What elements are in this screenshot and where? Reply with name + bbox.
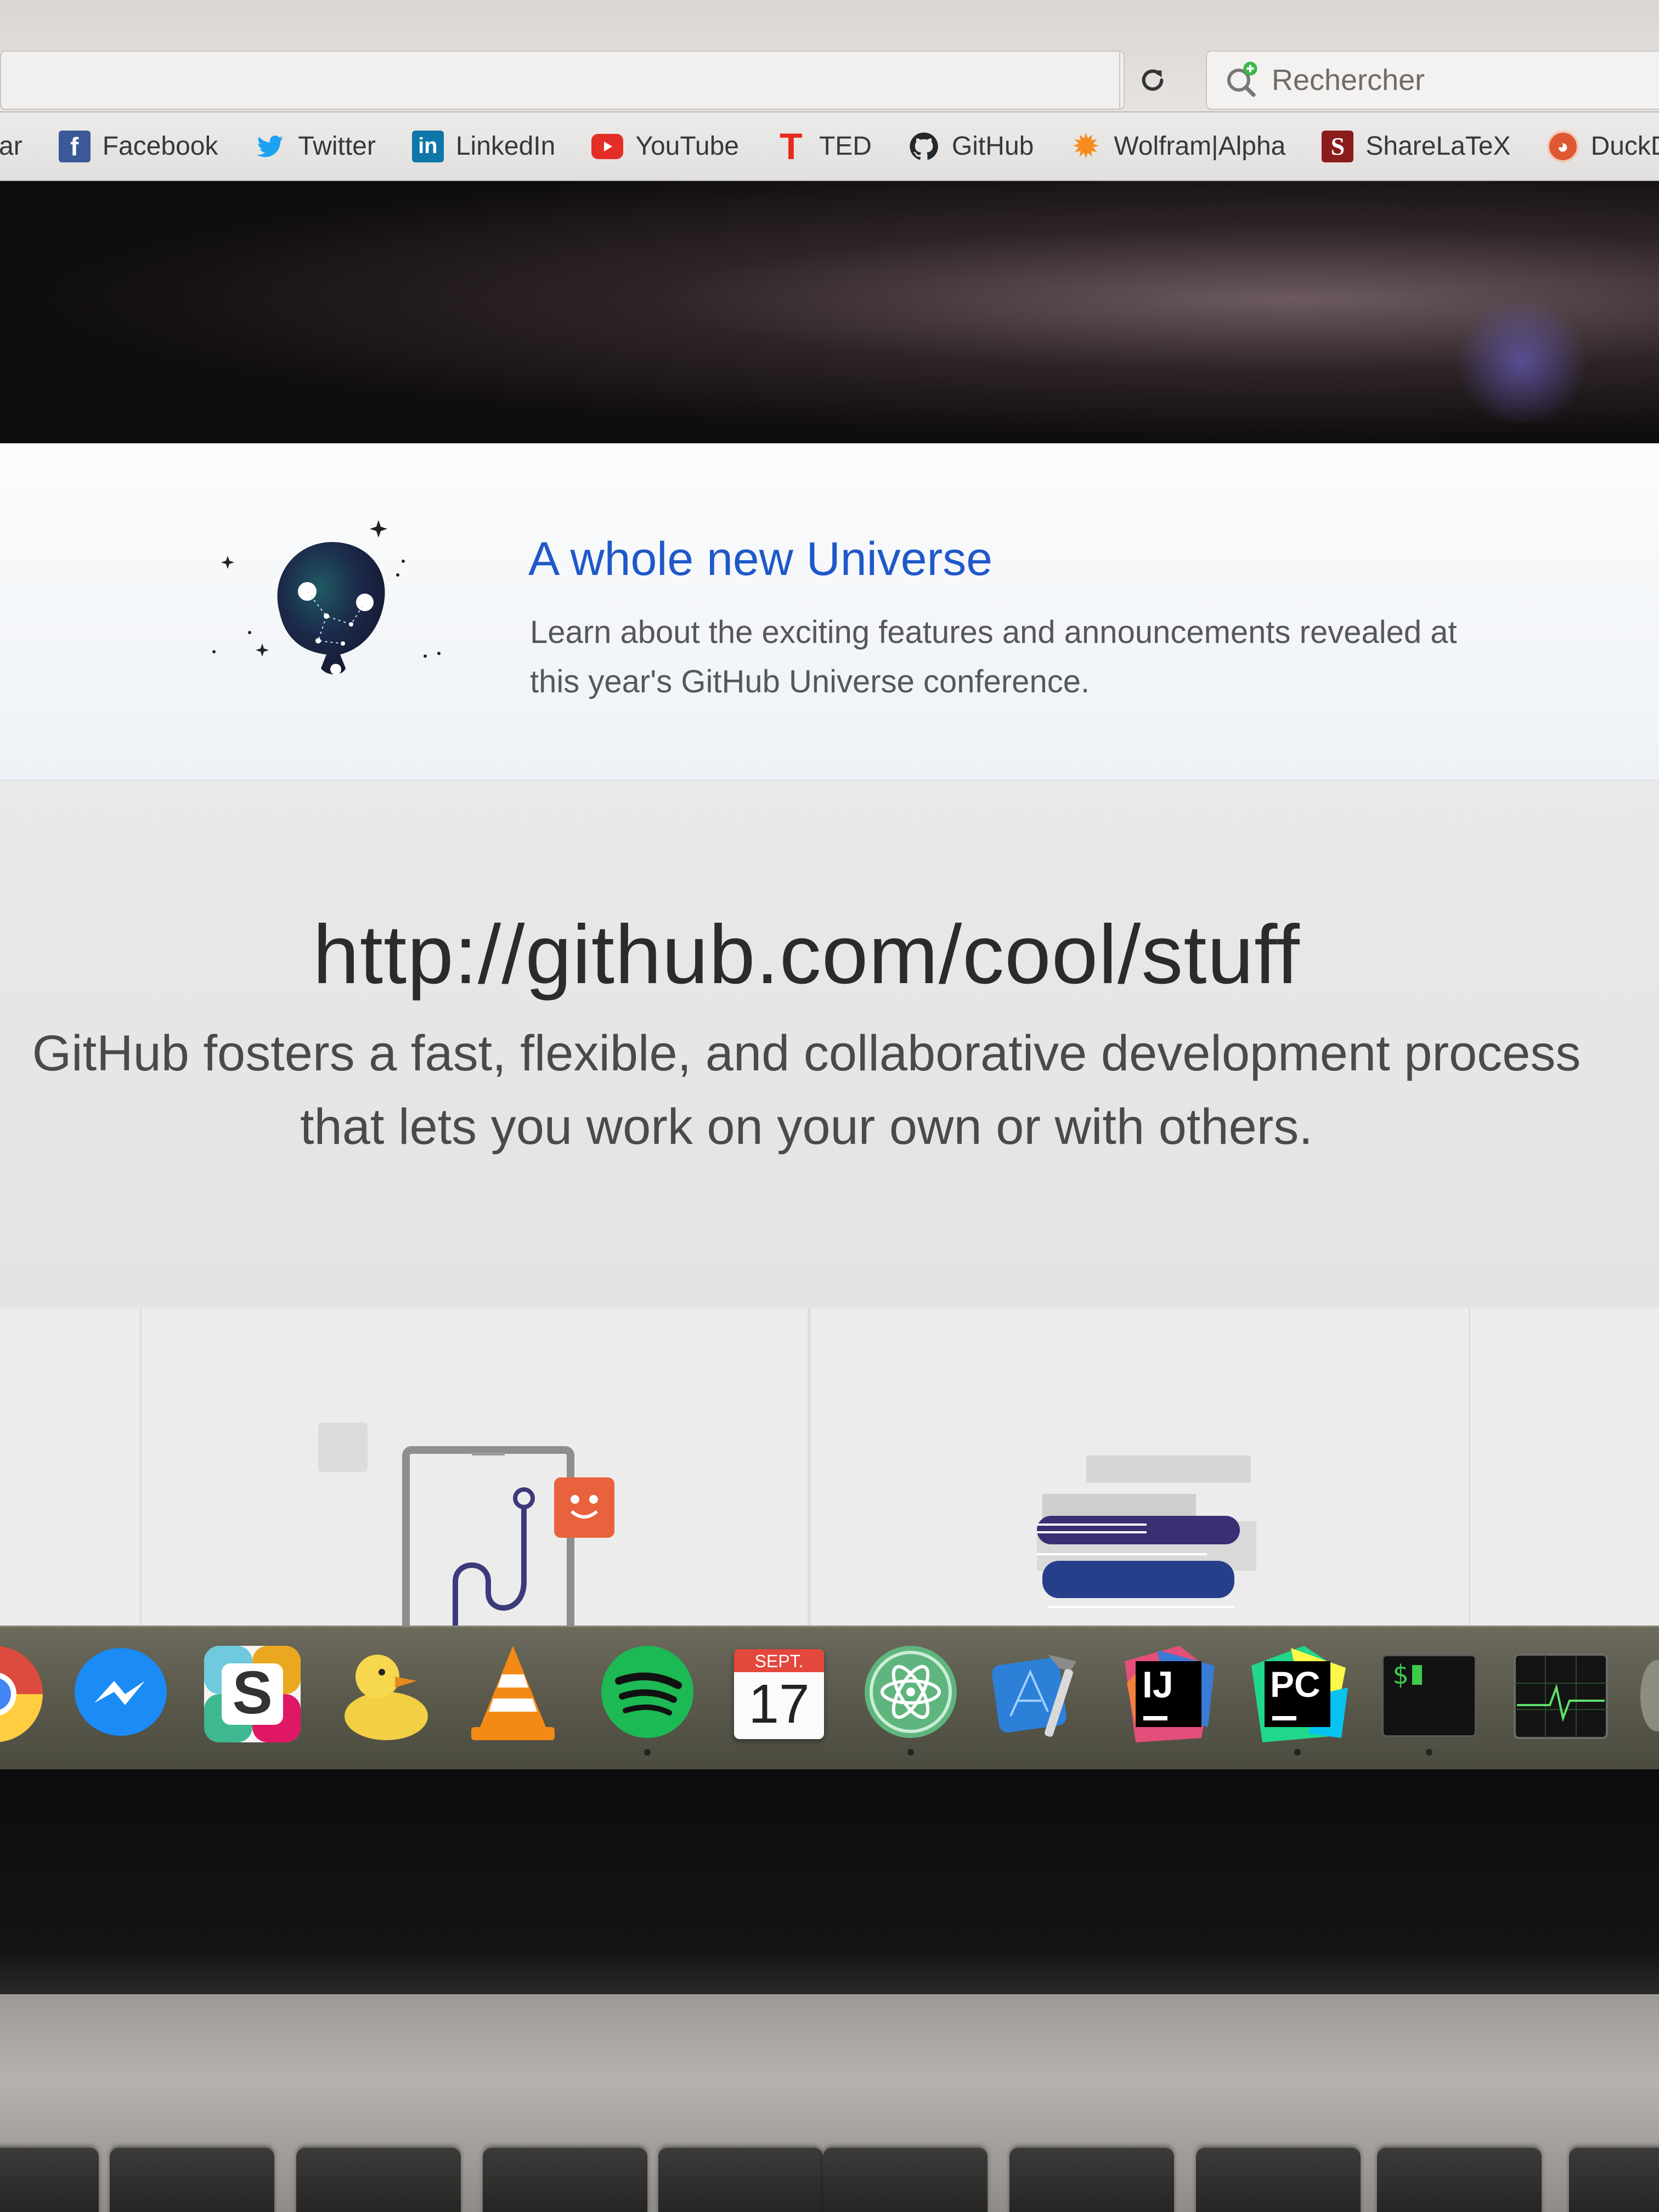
bookmark-youtube[interactable]: YouTube	[591, 131, 739, 161]
bookmark-label: GitHub	[951, 132, 1034, 161]
keyboard-key	[1377, 2148, 1542, 2212]
running-indicator	[1426, 1749, 1432, 1756]
pycharm-letters: PC	[1270, 1664, 1321, 1705]
reload-icon	[1142, 69, 1164, 91]
calendar-tile: SEPT. 17	[734, 1649, 824, 1739]
terminal-icon[interactable]: $	[1374, 1639, 1484, 1756]
bookmark-ted[interactable]: T TED	[775, 125, 872, 167]
atom-logo	[865, 1646, 957, 1738]
features-description: GitHub fosters a fast, flexible, and col…	[0, 1017, 1613, 1164]
cyberduck-icon[interactable]	[329, 1639, 439, 1749]
bookmark-wolframalpha[interactable]: ✹ Wolfram|Alpha	[1070, 128, 1286, 166]
bookmark-linkedin[interactable]: in LinkedIn	[411, 130, 556, 162]
slack-icon[interactable]: S	[198, 1639, 307, 1749]
hero-background-image	[0, 181, 1659, 443]
reload-button[interactable]	[1119, 50, 1185, 110]
running-indicator	[644, 1749, 651, 1756]
wolframalpha-icon: ✹	[1071, 128, 1101, 166]
keyboard-key	[483, 2148, 647, 2212]
bookmark-truncated[interactable]: ar	[0, 131, 22, 161]
terminal-window: $	[1382, 1655, 1476, 1737]
ted-icon: T	[780, 125, 803, 167]
linkedin-icon: in	[411, 130, 444, 162]
bookmark-github[interactable]: GitHub	[908, 131, 1034, 162]
intellij-icon[interactable]: IJ	[1114, 1639, 1223, 1749]
keyboard-key	[0, 2148, 99, 2212]
bookmark-facebook[interactable]: f Facebook	[58, 130, 218, 162]
books-illustration	[1037, 1455, 1256, 1608]
dock-edge-icon[interactable]	[1640, 1660, 1659, 1731]
feature-illustrations	[0, 1307, 1659, 1626]
xcode-icon[interactable]	[982, 1639, 1092, 1749]
features-heading: http://github.com/cool/stuff	[313, 908, 1300, 1001]
keyboard-key	[296, 2148, 461, 2212]
universe-title[interactable]: A whole new Universe	[528, 532, 992, 586]
calendar-day: 17	[748, 1673, 810, 1735]
keyboard-key	[1569, 2148, 1659, 2212]
laptop-bezel	[0, 1769, 1659, 1994]
universe-octocat-logo	[212, 520, 441, 675]
chrome-icon[interactable]	[0, 1639, 49, 1749]
bookmark-label: Twitter	[298, 132, 376, 161]
running-indicator	[907, 1749, 914, 1756]
slack-letter: S	[232, 1659, 273, 1726]
bookmark-label: TED	[819, 132, 872, 161]
atom-icon[interactable]	[856, 1639, 966, 1756]
bookmark-label: LinkedIn	[455, 132, 556, 161]
features-section: http://github.com/cool/stuff GitHub fost…	[0, 781, 1659, 1307]
macos-dock: S SEPT. 17 IJ PC $	[0, 1626, 1659, 1769]
spotify-icon[interactable]	[592, 1639, 702, 1756]
universe-banner[interactable]: A whole new Universe Learn about the exc…	[0, 443, 1659, 781]
features-description-line: GitHub fosters a fast, flexible, and col…	[32, 1025, 1581, 1081]
keyboard-key	[1009, 2148, 1174, 2212]
bookmark-label: ShareLaTeX	[1365, 132, 1511, 161]
terminal-cursor	[1412, 1665, 1422, 1685]
github-icon	[908, 131, 940, 162]
code-review-illustration	[318, 1423, 614, 1626]
duckduckgo-icon: ◕	[1547, 130, 1579, 162]
facebook-icon: f	[58, 130, 91, 162]
calendar-month: SEPT.	[734, 1649, 824, 1672]
vlc-icon[interactable]	[458, 1639, 568, 1749]
youtube-icon	[591, 133, 624, 159]
spotify-logo	[601, 1646, 693, 1738]
search-field[interactable]: Rechercher	[1206, 50, 1659, 110]
bookmark-label: Wolfram|Alpha	[1114, 132, 1286, 161]
running-indicator	[1294, 1749, 1301, 1756]
terminal-prompt: $	[1392, 1660, 1408, 1690]
bookmark-label: DuckDu	[1590, 132, 1659, 161]
activity-monitor-icon[interactable]	[1506, 1639, 1616, 1749]
keyboard-key	[658, 2148, 823, 2212]
bookmarks-bar: ar f Facebook Twitter in LinkedIn YouTub…	[0, 112, 1659, 181]
universe-description: Learn about the exciting features and an…	[530, 614, 1457, 699]
calendar-icon[interactable]: SEPT. 17	[724, 1639, 834, 1749]
browser-toolbar: Rechercher	[0, 0, 1659, 112]
bookmark-sharelatex[interactable]: S ShareLaTeX	[1322, 130, 1511, 162]
intellij-letters: IJ	[1142, 1664, 1173, 1706]
keyboard-key	[110, 2148, 274, 2212]
address-bar[interactable]	[0, 50, 1125, 110]
messenger-icon[interactable]	[66, 1639, 176, 1749]
keyboard-key	[823, 2148, 988, 2212]
keyboard-key	[1196, 2148, 1361, 2212]
features-description-line: that lets you work on your own or with o…	[300, 1099, 1313, 1155]
bookmark-twitter[interactable]: Twitter	[254, 131, 376, 162]
bookmark-duckduckgo[interactable]: ◕ DuckDu	[1547, 130, 1659, 162]
search-placeholder: Rechercher	[1272, 64, 1425, 97]
twitter-icon	[254, 131, 286, 162]
bookmark-label: Facebook	[102, 132, 218, 161]
search-add-icon	[1227, 61, 1257, 97]
pycharm-icon[interactable]: PC	[1243, 1639, 1352, 1756]
bookmark-label: YouTube	[635, 132, 739, 161]
sharelatex-icon: S	[1322, 130, 1354, 162]
